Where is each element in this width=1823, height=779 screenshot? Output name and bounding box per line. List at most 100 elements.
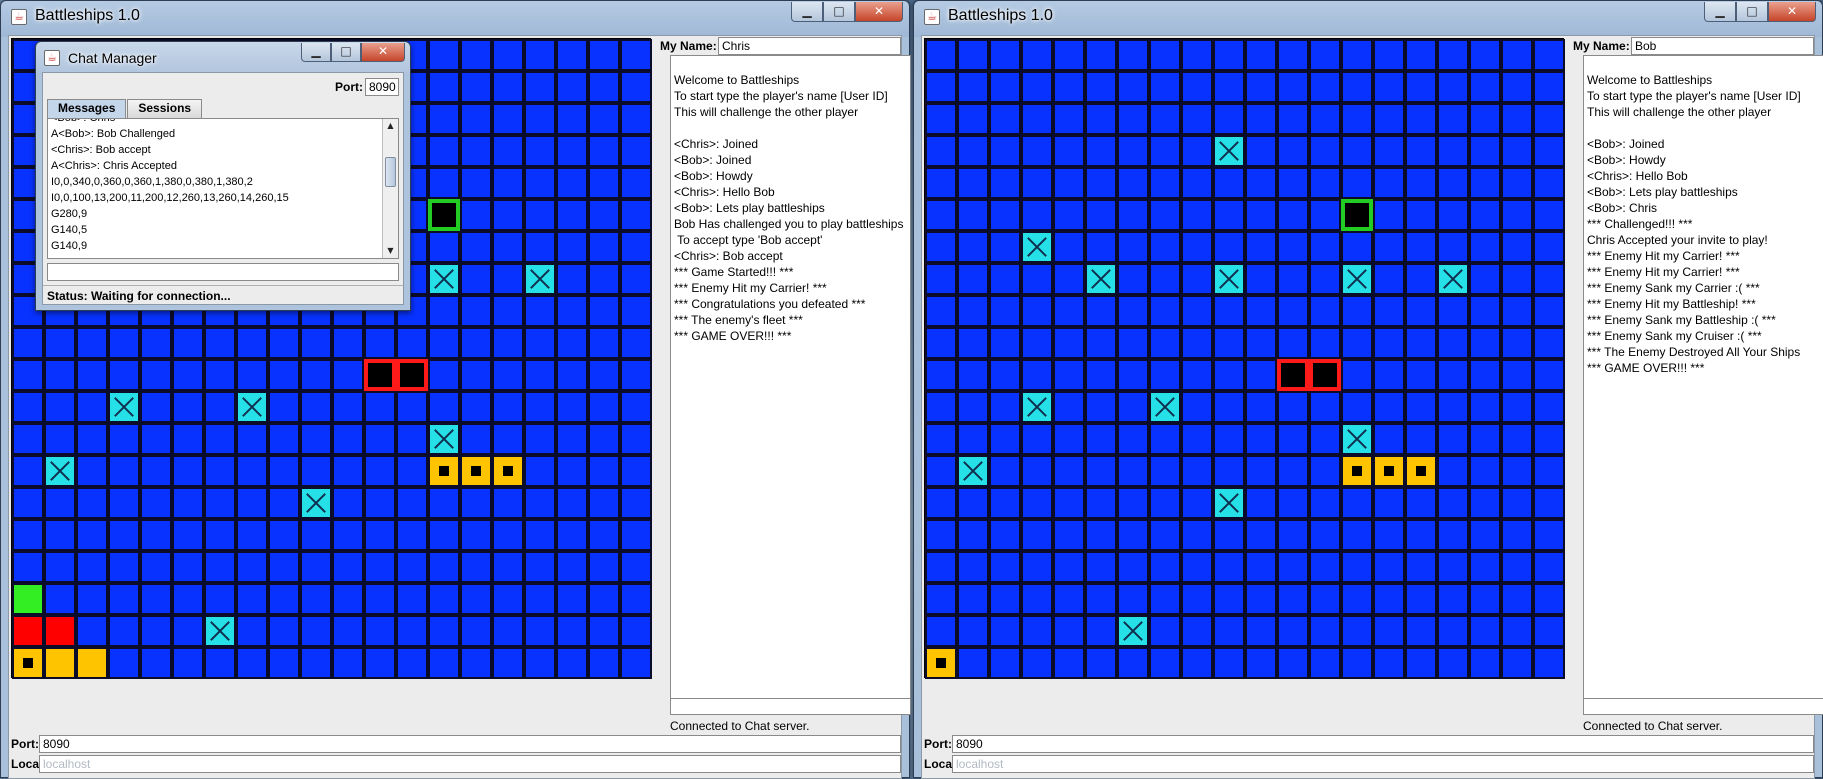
water-cell[interactable]	[1181, 263, 1213, 295]
miss-marker-cell[interactable]	[957, 455, 989, 487]
ship-cell[interactable]	[1405, 455, 1437, 487]
water-cell[interactable]	[1437, 167, 1469, 199]
water-cell[interactable]	[1469, 423, 1501, 455]
water-cell[interactable]	[1277, 167, 1309, 199]
water-cell[interactable]	[1245, 359, 1277, 391]
water-cell[interactable]	[1437, 551, 1469, 583]
water-cell[interactable]	[1085, 647, 1117, 679]
water-cell[interactable]	[1245, 231, 1277, 263]
water-cell[interactable]	[1149, 359, 1181, 391]
water-cell[interactable]	[460, 391, 492, 423]
water-cell[interactable]	[108, 455, 140, 487]
server-message-item[interactable]: G280,9	[51, 206, 379, 222]
water-cell[interactable]	[300, 519, 332, 551]
port-field[interactable]: 8090	[39, 735, 901, 753]
water-cell[interactable]	[1117, 231, 1149, 263]
water-cell[interactable]	[588, 199, 620, 231]
water-cell[interactable]	[556, 327, 588, 359]
water-cell[interactable]	[1437, 519, 1469, 551]
water-cell[interactable]	[925, 263, 957, 295]
water-cell[interactable]	[620, 615, 652, 647]
water-cell[interactable]	[524, 359, 556, 391]
water-cell[interactable]	[44, 487, 76, 519]
water-cell[interactable]	[556, 231, 588, 263]
water-cell[interactable]	[1501, 39, 1533, 71]
water-cell[interactable]	[332, 391, 364, 423]
water-cell[interactable]	[428, 615, 460, 647]
water-cell[interactable]	[364, 487, 396, 519]
water-cell[interactable]	[1469, 199, 1501, 231]
water-cell[interactable]	[620, 295, 652, 327]
water-cell[interactable]	[1405, 615, 1437, 647]
water-cell[interactable]	[396, 423, 428, 455]
server-message-item[interactable]: I0,0,340,0,360,0,360,1,380,0,380,1,380,2	[51, 174, 379, 190]
water-cell[interactable]	[989, 647, 1021, 679]
water-cell[interactable]	[1021, 327, 1053, 359]
water-cell[interactable]	[1341, 167, 1373, 199]
water-cell[interactable]	[1245, 167, 1277, 199]
water-cell[interactable]	[172, 615, 204, 647]
water-cell[interactable]	[1085, 231, 1117, 263]
water-cell[interactable]	[1277, 263, 1309, 295]
water-cell[interactable]	[332, 487, 364, 519]
water-cell[interactable]	[588, 103, 620, 135]
tab-messages[interactable]: Messages	[47, 99, 127, 118]
water-cell[interactable]	[204, 487, 236, 519]
water-cell[interactable]	[957, 519, 989, 551]
ship-cell[interactable]	[44, 647, 76, 679]
water-cell[interactable]	[396, 487, 428, 519]
water-cell[interactable]	[1437, 391, 1469, 423]
water-cell[interactable]	[236, 551, 268, 583]
water-cell[interactable]	[1213, 359, 1245, 391]
water-cell[interactable]	[957, 551, 989, 583]
water-cell[interactable]	[300, 327, 332, 359]
water-cell[interactable]	[588, 263, 620, 295]
water-cell[interactable]	[1533, 231, 1565, 263]
water-cell[interactable]	[1085, 135, 1117, 167]
miss-marker-cell[interactable]	[1213, 135, 1245, 167]
water-cell[interactable]	[44, 423, 76, 455]
water-cell[interactable]	[1533, 39, 1565, 71]
water-cell[interactable]	[1053, 551, 1085, 583]
water-cell[interactable]	[620, 167, 652, 199]
water-cell[interactable]	[524, 487, 556, 519]
hit-marker-cell[interactable]	[396, 359, 428, 391]
water-cell[interactable]	[1501, 103, 1533, 135]
water-cell[interactable]	[957, 167, 989, 199]
water-cell[interactable]	[1053, 135, 1085, 167]
water-cell[interactable]	[1373, 487, 1405, 519]
water-cell[interactable]	[1053, 359, 1085, 391]
water-cell[interactable]	[1213, 647, 1245, 679]
water-cell[interactable]	[556, 71, 588, 103]
water-cell[interactable]	[1245, 519, 1277, 551]
water-cell[interactable]	[1309, 295, 1341, 327]
water-cell[interactable]	[957, 199, 989, 231]
water-cell[interactable]	[989, 295, 1021, 327]
water-cell[interactable]	[1533, 103, 1565, 135]
water-cell[interactable]	[492, 519, 524, 551]
water-cell[interactable]	[1021, 551, 1053, 583]
water-cell[interactable]	[1085, 199, 1117, 231]
water-cell[interactable]	[1437, 487, 1469, 519]
title-bar[interactable]: ☕ Battleships 1.0 ▁ □ ✕	[1, 1, 909, 35]
water-cell[interactable]	[236, 583, 268, 615]
water-cell[interactable]	[1341, 551, 1373, 583]
water-cell[interactable]	[989, 391, 1021, 423]
water-cell[interactable]	[1149, 327, 1181, 359]
water-cell[interactable]	[1245, 199, 1277, 231]
title-bar[interactable]: ☕ Battleships 1.0 ▁ □ ✕	[914, 1, 1822, 35]
target-marker-cell[interactable]	[1341, 199, 1373, 231]
water-cell[interactable]	[1117, 39, 1149, 71]
water-cell[interactable]	[428, 487, 460, 519]
water-cell[interactable]	[1085, 615, 1117, 647]
water-cell[interactable]	[1373, 135, 1405, 167]
water-cell[interactable]	[1501, 615, 1533, 647]
water-cell[interactable]	[1277, 551, 1309, 583]
water-cell[interactable]	[76, 327, 108, 359]
water-cell[interactable]	[957, 295, 989, 327]
ship-cell[interactable]	[492, 455, 524, 487]
water-cell[interactable]	[108, 359, 140, 391]
water-cell[interactable]	[1533, 455, 1565, 487]
water-cell[interactable]	[1245, 551, 1277, 583]
water-cell[interactable]	[108, 583, 140, 615]
